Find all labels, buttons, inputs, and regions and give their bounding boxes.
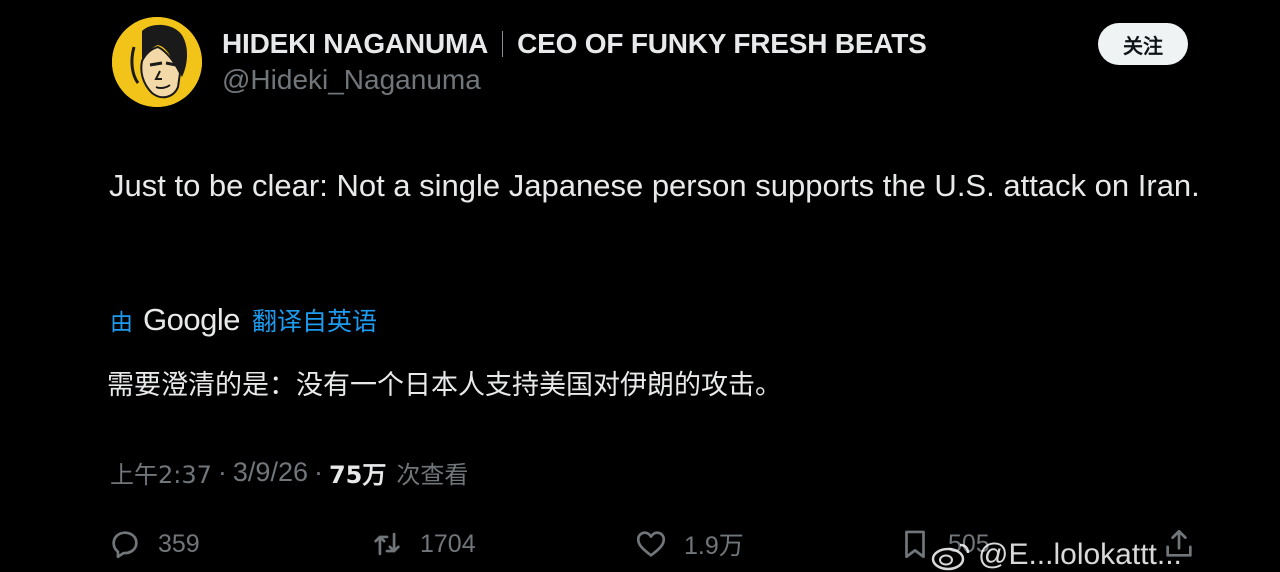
retweet-button[interactable]: 1704 [370,524,476,564]
tweet-text: Just to be clear: Not a single Japanese … [109,168,1200,203]
retweet-icon [374,532,400,556]
weibo-logo-icon [931,543,970,571]
watermark-text: @E...lolokattt... [978,538,1182,571]
author-handle[interactable]: @Hideki_Naganuma [222,64,481,96]
cartoon-portrait-icon [112,17,202,107]
translate-from-english-link[interactable]: 翻译自英语 [252,302,377,338]
translation-attribution: 由 Google 翻译自英语 [110,300,377,340]
meta-separator: · [217,456,227,487]
tweet-time[interactable]: 上午2:37 [110,455,212,490]
views-label: 次查看 [396,460,469,489]
author-name-row[interactable]: HIDEKI NAGANUMA CEO OF FUNKY FRESH BEATS [222,26,927,62]
google-logo: Google [143,302,240,337]
translated-text: 需要澄清的是：没有一个日本人支持美国对伊朗的攻击。 [107,370,782,401]
heart-icon [636,531,666,557]
avatar[interactable] [112,17,202,107]
tweet-date[interactable]: 3/9/26 [233,457,308,488]
reply-count: 359 [158,529,200,558]
translation-by-label: 由 [110,310,133,336]
like-count: 1.9万 [684,532,744,560]
name-separator [502,31,504,57]
retweet-count: 1704 [420,529,476,558]
views-count: 75万 [328,460,387,489]
follow-button[interactable]: 关注 [1098,23,1188,65]
display-name[interactable]: HIDEKI NAGANUMA [222,28,488,60]
author-title: CEO OF FUNKY FRESH BEATS [517,28,927,59]
bookmark-icon [905,530,925,559]
meta-separator: · [313,456,323,487]
like-button[interactable]: 1.9万 [634,524,744,564]
reply-button[interactable]: 359 [108,524,200,564]
weibo-watermark: @E...lolokattt... [930,538,1182,571]
tweet-meta: 上午2:37 · 3/9/26 · 75万 次查看 [110,452,468,492]
reply-icon [112,531,138,559]
